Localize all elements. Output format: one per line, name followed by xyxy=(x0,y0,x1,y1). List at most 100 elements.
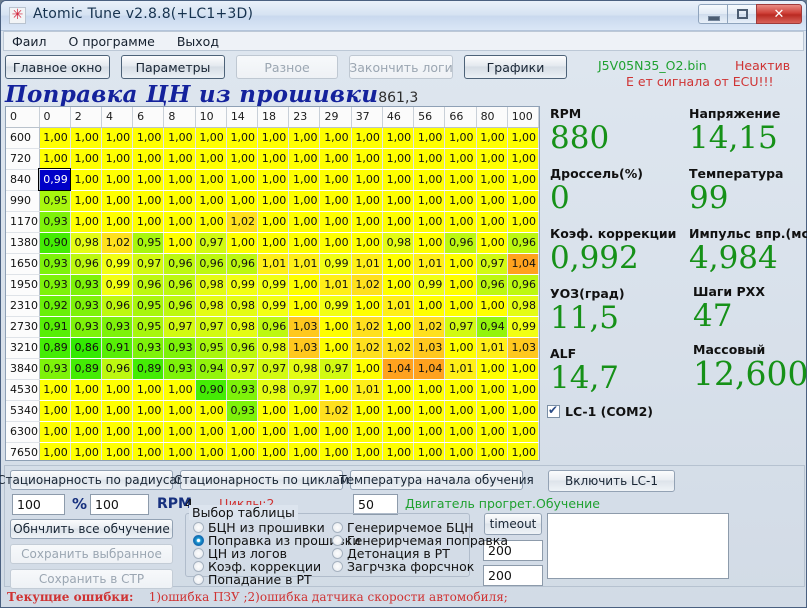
grid-cell[interactable]: 0,98 xyxy=(382,232,415,254)
grid-cell[interactable]: 1,00 xyxy=(319,337,352,359)
radio-bcn-from-firmware-dot[interactable] xyxy=(193,522,204,533)
grid-cell[interactable]: 1,00 xyxy=(163,127,196,149)
grid-cell[interactable]: 1,00 xyxy=(132,400,165,422)
grid-col-header[interactable]: 100 xyxy=(507,107,539,128)
grid-cell[interactable]: 1,00 xyxy=(163,442,196,460)
grid-cell[interactable]: 1,00 xyxy=(101,190,134,212)
grid-cell[interactable]: 1,00 xyxy=(382,127,415,149)
grid-cell[interactable]: 1,00 xyxy=(319,190,352,212)
grid-cell[interactable]: 1,00 xyxy=(476,148,508,170)
grid-cell[interactable]: 1,00 xyxy=(507,190,539,212)
grid-cell[interactable]: 1,00 xyxy=(163,232,196,254)
grid-cell[interactable]: 1,00 xyxy=(288,148,321,170)
grid-cell[interactable]: 0,98 xyxy=(257,337,290,359)
grid-cell[interactable]: 1,00 xyxy=(382,148,415,170)
grid-row-header[interactable]: 1380 xyxy=(6,232,40,254)
table-row[interactable]: 600 1,00 1,00 1,00 1,00 1,00 1,00 1,00 1,00 1,00 1… xyxy=(6,127,539,149)
grid-cell[interactable]: 1,00 xyxy=(351,358,383,380)
grid-cell[interactable]: 0,97 xyxy=(226,358,259,380)
minimize-button[interactable] xyxy=(698,4,727,24)
learning-start-temp-button[interactable]: Температура начала обучения xyxy=(339,470,534,490)
grid-cell[interactable]: 1,00 xyxy=(257,232,290,254)
grid-cell[interactable]: 1,00 xyxy=(507,358,539,380)
grid-cell[interactable]: 1,00 xyxy=(382,211,415,233)
grid-cell[interactable]: 1,00 xyxy=(382,379,415,401)
grid-cell[interactable]: 1,00 xyxy=(413,190,446,212)
heatmap-grid[interactable]: 0 0 2 4 6 8 10 14 18 23 29 37 46 56 66 80 100 600 1,00 1,0… xyxy=(6,107,539,460)
grid-cell[interactable]: 1,00 xyxy=(351,295,383,317)
grid-cell[interactable]: 1,00 xyxy=(413,295,446,317)
grid-cell[interactable]: 1,00 xyxy=(507,169,539,191)
grid-cell[interactable]: 1,00 xyxy=(195,127,227,149)
grid-cell[interactable]: 1,00 xyxy=(507,379,539,401)
grid-cell[interactable]: 1,02 xyxy=(351,316,383,338)
grid-cell[interactable]: 1,00 xyxy=(101,400,134,422)
grid-row-header[interactable]: 4530 xyxy=(6,379,40,401)
grid-cell[interactable]: 1,03 xyxy=(288,337,321,359)
grid-cell[interactable]: 0,97 xyxy=(476,253,508,275)
table-row[interactable]: 2730 0,91 0,93 0,93 0,95 0,97 0,97 0,98 0,96 1,03… xyxy=(6,316,539,338)
radio-generated-correction-dot[interactable] xyxy=(332,535,343,546)
grid-cell[interactable]: 1,00 xyxy=(351,127,383,149)
grid-col-header[interactable]: 23 xyxy=(288,107,321,128)
menu-item-about[interactable]: О программе xyxy=(69,34,155,49)
grid-col-header[interactable]: 18 xyxy=(257,107,290,128)
grid-cell[interactable]: 1,02 xyxy=(226,211,259,233)
grid-cell[interactable]: 0,96 xyxy=(163,295,196,317)
grid-cell[interactable]: 1,01 xyxy=(413,253,446,275)
grid-row-header[interactable]: 7650 xyxy=(6,442,40,460)
grid-cell[interactable]: 0,96 xyxy=(507,232,539,254)
grid-cell[interactable]: 1,00 xyxy=(476,379,508,401)
grid-cell[interactable]: 0,93 xyxy=(39,253,71,275)
grid-cell[interactable]: 1,00 xyxy=(288,421,321,443)
grid-cell[interactable]: 1,00 xyxy=(476,232,508,254)
grid-cell[interactable]: 1,00 xyxy=(163,421,196,443)
grid-cell[interactable]: 1,00 xyxy=(351,169,383,191)
grid-cell[interactable]: 1,00 xyxy=(226,232,259,254)
table-row[interactable]: 720 1,00 1,00 1,00 1,00 1,00 1,00 1,00 1,00 1,00 1… xyxy=(6,148,539,170)
grid-cell[interactable]: 1,00 xyxy=(70,379,102,401)
grid-cell[interactable]: 0,99 xyxy=(101,253,134,275)
grid-cell[interactable]: 0,98 xyxy=(288,358,321,380)
grid-cell[interactable]: 1,00 xyxy=(132,379,165,401)
grid-cell[interactable]: 0,90 xyxy=(39,232,71,254)
table-row[interactable]: 1950 0,93 0,93 0,99 0,96 0,96 0,98 0,99 0,99 1,00… xyxy=(6,274,539,296)
grid-cell[interactable]: 1,00 xyxy=(413,379,446,401)
grid-cell[interactable]: 1,00 xyxy=(476,442,508,460)
stationarity-radius-button[interactable]: Стационарность по радиусам xyxy=(0,470,186,490)
table-row[interactable]: 1170 0,93 1,00 1,00 1,00 1,00 1,00 1,02 1,00 1,00… xyxy=(6,211,539,233)
grid-cell[interactable]: 1,00 xyxy=(195,148,227,170)
grid-cell[interactable]: 1,00 xyxy=(507,148,539,170)
grid-cell[interactable]: 1,00 xyxy=(382,253,415,275)
grid-cell[interactable]: 0,99 xyxy=(101,274,134,296)
grid-cell[interactable]: 1,00 xyxy=(226,169,259,191)
grid-cell[interactable]: 1,00 xyxy=(351,421,383,443)
grid-cell[interactable]: 1,00 xyxy=(257,127,290,149)
grid-cell[interactable]: 1,00 xyxy=(257,400,290,422)
grid-cell[interactable]: 1,00 xyxy=(132,211,165,233)
grid-col-header[interactable]: 6 xyxy=(132,107,165,128)
grid-cell[interactable]: 1,00 xyxy=(132,190,165,212)
grid-col-header[interactable]: 66 xyxy=(444,107,477,128)
grid-cell[interactable]: 0,99 xyxy=(507,316,539,338)
grid-cell[interactable]: 1,00 xyxy=(132,442,165,460)
grid-cell[interactable]: 1,00 xyxy=(351,190,383,212)
grid-col-header[interactable]: 4 xyxy=(101,107,134,128)
grid-cell[interactable]: 1,01 xyxy=(476,337,508,359)
grid-cell[interactable]: 1,00 xyxy=(444,421,477,443)
grid-cell[interactable]: 1,01 xyxy=(319,274,352,296)
grid-col-header[interactable]: 56 xyxy=(413,107,446,128)
grid-cell[interactable]: 1,00 xyxy=(257,421,290,443)
grid-cell[interactable]: 1,00 xyxy=(413,442,446,460)
grid-cell[interactable]: 0,95 xyxy=(132,232,165,254)
grid-cell[interactable]: 1,00 xyxy=(413,127,446,149)
grid-cell[interactable]: 1,00 xyxy=(507,211,539,233)
grid-cell[interactable]: 1,00 xyxy=(288,190,321,212)
grid-cell[interactable]: 0,97 xyxy=(319,358,352,380)
radio-generated-bcn-dot[interactable] xyxy=(332,522,343,533)
grid-cell[interactable]: 1,00 xyxy=(319,421,352,443)
grid-cell[interactable]: 1,00 xyxy=(319,442,352,460)
grid-cell[interactable]: 0,96 xyxy=(163,274,196,296)
grid-cell[interactable]: 1,00 xyxy=(163,379,196,401)
grid-cell[interactable]: 1,01 xyxy=(444,358,477,380)
